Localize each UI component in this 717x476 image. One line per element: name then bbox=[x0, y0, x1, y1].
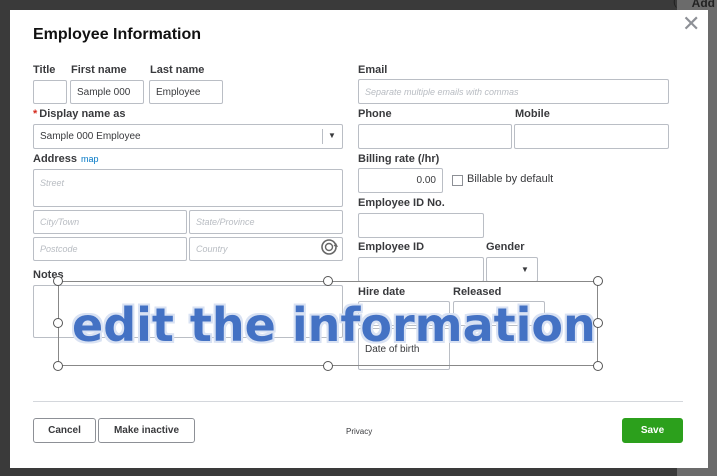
phone-label: Phone bbox=[358, 108, 392, 120]
employee-information-dialog: Employee Information ✕ Title First name … bbox=[10, 10, 708, 468]
email-field[interactable]: Separate multiple emails with commas bbox=[358, 79, 669, 104]
first-name-field[interactable]: Sample 000 bbox=[70, 80, 144, 104]
resize-handle-bottom-right[interactable] bbox=[593, 361, 603, 371]
street-field[interactable]: Street bbox=[33, 169, 343, 207]
billable-label: Billable by default bbox=[467, 173, 554, 185]
resize-handle-bottom-left[interactable] bbox=[53, 361, 63, 371]
resize-handle-top-right[interactable] bbox=[593, 276, 603, 286]
display-name-select[interactable]: Sample 000 Employee bbox=[33, 124, 343, 149]
employee-id-no-label: Employee ID No. bbox=[358, 197, 445, 209]
billing-rate-label: Billing rate (/hr) bbox=[358, 153, 440, 165]
gender-label: Gender bbox=[486, 241, 525, 253]
resize-handle-right[interactable] bbox=[593, 318, 603, 328]
rotate-handle-icon[interactable] bbox=[318, 236, 340, 258]
resize-handle-top[interactable] bbox=[323, 276, 333, 286]
last-name-field[interactable]: Employee bbox=[149, 80, 223, 104]
gender-select[interactable] bbox=[486, 257, 538, 282]
chevron-down-icon[interactable]: ▼ bbox=[521, 265, 529, 274]
background-glyph: ( bbox=[673, 0, 677, 8]
make-inactive-button[interactable]: Make inactive bbox=[98, 418, 195, 443]
required-marker: * bbox=[33, 108, 38, 120]
footer-divider bbox=[33, 401, 683, 402]
resize-handle-left[interactable] bbox=[53, 318, 63, 328]
address-label-text: Address bbox=[33, 153, 78, 165]
save-button[interactable]: Save bbox=[622, 418, 683, 443]
map-link[interactable]: map bbox=[81, 154, 99, 164]
last-name-label: Last name bbox=[150, 64, 205, 76]
mobile-label: Mobile bbox=[515, 108, 550, 120]
phone-field[interactable] bbox=[358, 124, 512, 149]
display-name-label: * Display name as bbox=[33, 108, 126, 120]
first-name-label: First name bbox=[71, 64, 127, 76]
dialog-title: Employee Information bbox=[33, 26, 202, 43]
mobile-field[interactable] bbox=[514, 124, 669, 149]
title-label: Title bbox=[33, 64, 56, 76]
employee-id-label: Employee ID bbox=[358, 241, 425, 253]
close-icon[interactable]: ✕ bbox=[682, 13, 700, 35]
background-add-button[interactable]: Add bbox=[692, 0, 715, 10]
billing-rate-field[interactable]: 0.00 bbox=[358, 168, 443, 193]
cancel-button[interactable]: Cancel bbox=[33, 418, 96, 443]
billable-checkbox[interactable] bbox=[452, 175, 463, 186]
employee-id-field[interactable] bbox=[358, 257, 484, 282]
state-field[interactable]: State/Province bbox=[189, 210, 343, 234]
city-field[interactable]: City/Town bbox=[33, 210, 187, 234]
email-label: Email bbox=[358, 64, 388, 76]
resize-handle-bottom[interactable] bbox=[323, 361, 333, 371]
title-field[interactable] bbox=[33, 80, 67, 104]
privacy-link[interactable]: Privacy bbox=[346, 427, 372, 436]
chevron-down-icon[interactable]: ▼ bbox=[328, 131, 336, 140]
select-separator bbox=[322, 129, 323, 144]
address-label: Address map bbox=[33, 153, 99, 165]
display-name-label-text: Display name as bbox=[39, 108, 126, 120]
postcode-field[interactable]: Postcode bbox=[33, 237, 187, 261]
resize-handle-top-left[interactable] bbox=[53, 276, 63, 286]
overlay-annotation-text[interactable]: edit the information bbox=[72, 296, 596, 354]
employee-id-no-field[interactable] bbox=[358, 213, 484, 238]
